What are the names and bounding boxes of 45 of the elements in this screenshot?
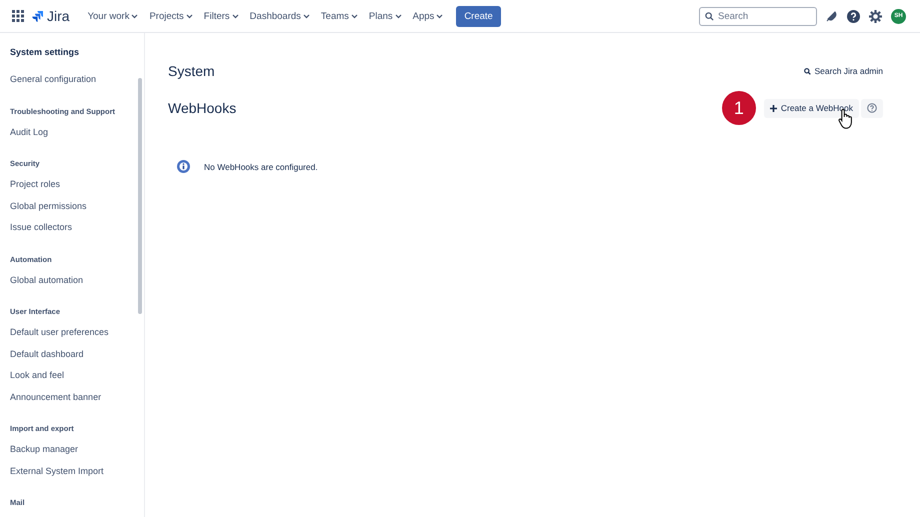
sidebar-link[interactable]: Default user preferences (10, 326, 136, 348)
help-icon (867, 103, 877, 113)
sidebar-link[interactable]: Backup manager (10, 443, 136, 464)
search-admin-link[interactable]: Search Jira admin (804, 66, 883, 76)
logo-icon (32, 10, 44, 22)
sidebar-title: System settings (10, 47, 80, 57)
settings-icon[interactable] (869, 10, 882, 22)
help-button[interactable] (861, 98, 883, 118)
sidebar-link[interactable]: Global automation (10, 274, 136, 295)
sidebar-link[interactable]: Global permissions (10, 200, 136, 221)
create-button[interactable]: Create (456, 6, 501, 26)
caret-icon (232, 14, 239, 18)
plus-icon (770, 104, 777, 112)
scrollbar-thumb[interactable] (138, 78, 142, 314)
step-badge: 1 (722, 91, 756, 125)
info-icon (177, 160, 190, 173)
caret-icon (186, 14, 193, 18)
nav-menu[interactable]: Your work (84, 10, 142, 22)
nav-menu[interactable]: Teams (316, 10, 362, 22)
caret-icon (131, 14, 138, 18)
sidebar-link[interactable]: External System Import (10, 464, 136, 486)
page-title: System (168, 63, 215, 79)
caret-icon (436, 14, 444, 18)
caret-icon (302, 14, 310, 18)
sidebar-link[interactable]: Project roles (10, 178, 136, 200)
sidebar-link[interactable]: General configuration (10, 73, 136, 94)
section-title: WebHooks (168, 100, 238, 116)
caret-icon (350, 14, 358, 18)
nav-menu[interactable]: Dashboards (246, 10, 314, 22)
caret-icon (394, 14, 402, 18)
logo-text[interactable]: Jira (47, 8, 70, 24)
empty-message: No WebHooks are configured. (204, 162, 318, 172)
nav-menu[interactable]: Plans (364, 10, 406, 22)
sidebar-link[interactable]: Announcement banner (10, 390, 136, 412)
app-switcher-icon[interactable] (12, 10, 24, 22)
sidebar-link[interactable]: Look and feel (10, 369, 136, 390)
nav-menu[interactable]: Projects (145, 10, 197, 22)
sidebar-link[interactable]: Default dashboard (10, 348, 136, 369)
nav-menu[interactable]: Filters (200, 10, 243, 22)
sidebar-link[interactable]: Audit Log (10, 126, 136, 147)
search-icon (804, 68, 812, 74)
search-field[interactable]: Search (699, 6, 817, 26)
sidebar-link[interactable]: Issue collectors (10, 221, 136, 242)
help-icon[interactable] (847, 10, 860, 22)
nav-menu[interactable]: Apps (408, 10, 448, 22)
